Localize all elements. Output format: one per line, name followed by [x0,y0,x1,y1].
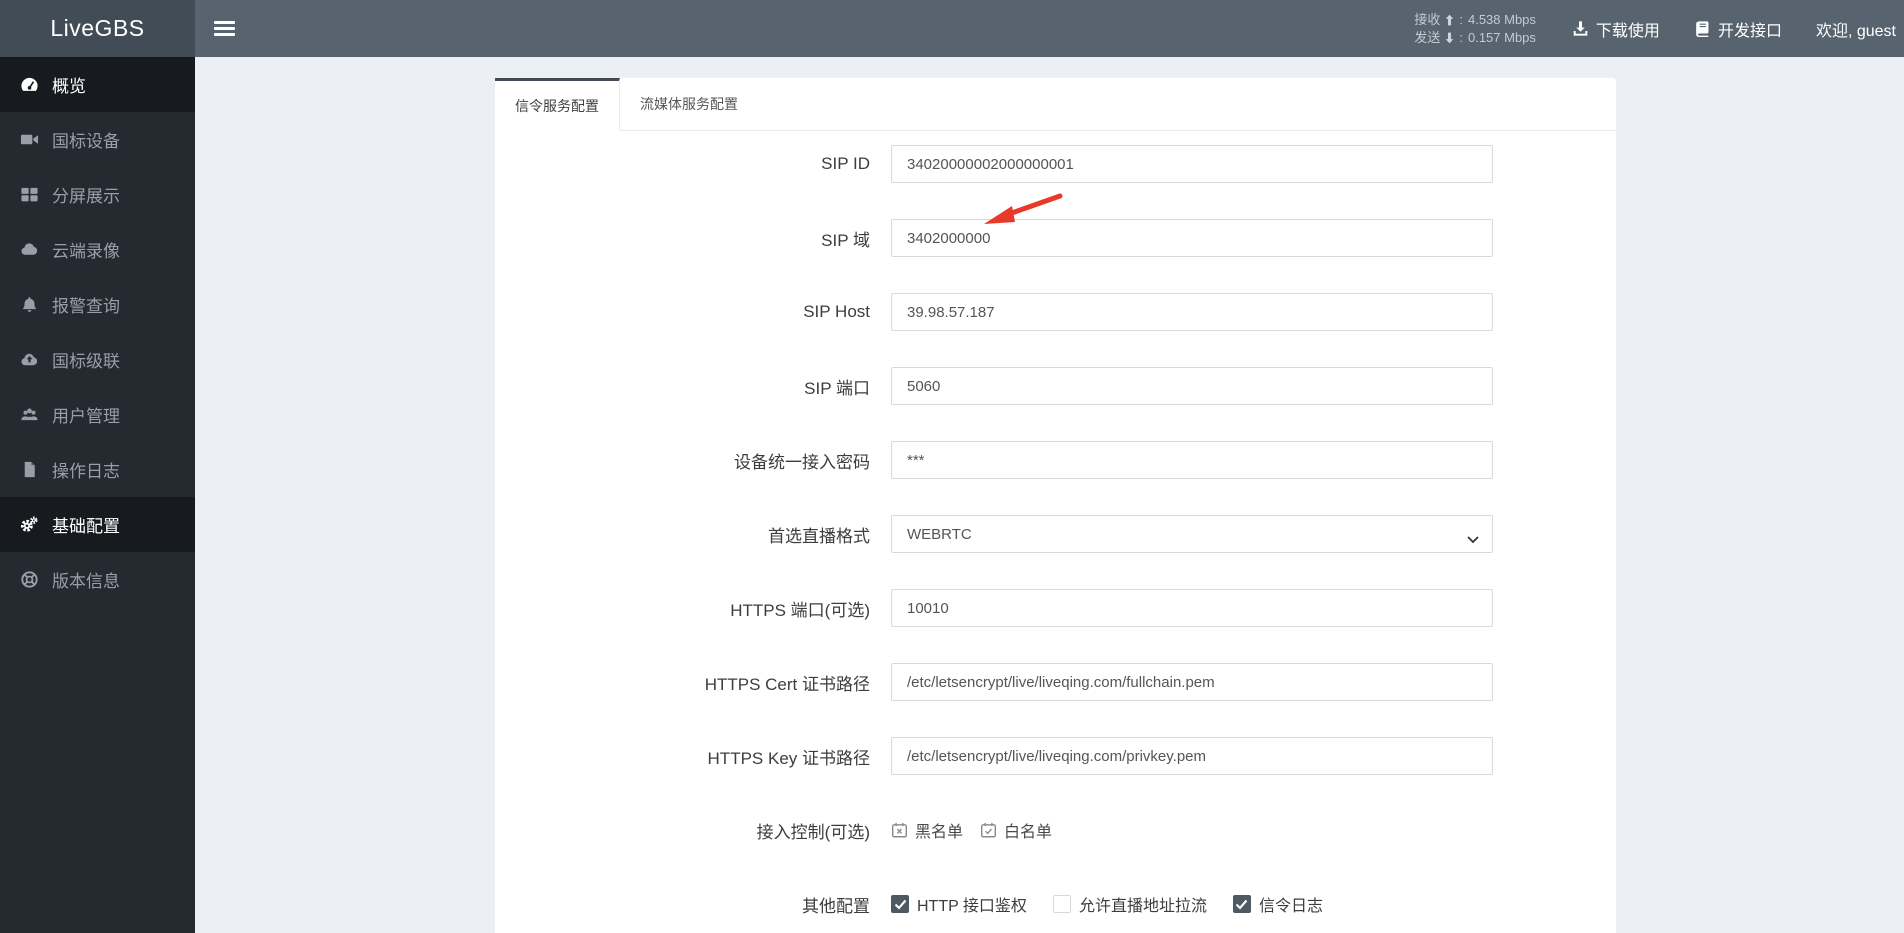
tab-media-config[interactable]: 流媒体服务配置 [620,78,758,130]
sidebar-item-gb-cascade[interactable]: 国标级联 [0,332,195,387]
cloud-icon [19,240,39,260]
arrow-up-icon [1446,14,1454,25]
tab-signal-config[interactable]: 信令服务配置 [495,78,620,131]
sidebar-item-label: 国标级联 [52,352,120,371]
https-key-input[interactable] [891,737,1493,775]
sip-port-label: SIP 端口 [804,378,870,398]
calendar-check-icon [980,822,997,839]
download-link[interactable]: 下载使用 [1572,17,1660,41]
live-format-label: 首选直播格式 [768,526,870,546]
file-icon [19,460,39,480]
calendar-x-icon [891,822,908,839]
download-icon [1572,20,1589,37]
checked-checkbox-icon [891,895,909,913]
sidebar-item-user-management[interactable]: 用户管理 [0,387,195,442]
https-cert-input[interactable] [891,663,1493,701]
form-row-https-cert: HTTPS Cert 证书路径 [495,663,1616,701]
sidebar-item-version-info[interactable]: 版本信息 [0,552,195,607]
device-password-label: 设备统一接入密码 [734,452,870,472]
sidebar-toggle-button[interactable] [214,0,238,57]
form-row-sip-port: SIP 端口 [495,367,1616,405]
hamburger-icon [214,20,235,24]
form-row-sip-host: SIP Host [495,293,1616,331]
blacklist-button[interactable]: 黑名单 [891,818,963,842]
sidebar-item-overview[interactable]: 概览 [0,57,195,112]
send-rate: 发送 : 0.157 Mbps [1414,29,1536,45]
sidebar-item-label: 基础配置 [52,517,120,536]
camera-icon [19,130,39,150]
https-cert-label: HTTPS Cert 证书路径 [704,674,870,694]
sip-domain-input[interactable] [891,219,1493,257]
sidebar-item-label: 概览 [52,77,86,96]
arrow-down-icon [1446,32,1454,43]
checked-checkbox-icon [1232,895,1251,913]
whitelist-button[interactable]: 白名单 [980,818,1052,842]
topbar: LiveGBS 接收 : 4.538 Mbps 发送 : 0.157 Mbps … [0,0,1904,57]
topbar-right: 接收 : 4.538 Mbps 发送 : 0.157 Mbps 下载使用 开发接口… [1414,0,1896,57]
form-row-sip-id: SIP ID [495,145,1616,183]
sip-domain-label: SIP 域 [821,230,870,250]
https-port-input[interactable] [891,589,1493,627]
form-row-device-password: 设备统一接入密码 [495,441,1616,479]
checkbox-allow-live-pull[interactable]: 允许直播地址拉流 [1052,892,1207,916]
chevron-down-icon [1467,531,1479,548]
other-config-label: 其他配置 [802,896,870,916]
network-stats: 接收 : 4.538 Mbps 发送 : 0.157 Mbps [1414,11,1536,47]
sidebar-item-label: 分屏展示 [52,187,120,206]
access-control-label: 接入控制(可选) [756,822,870,842]
sip-id-label: SIP ID [821,154,870,173]
info-icon [19,570,39,590]
sidebar-item-cloud-record[interactable]: 云端录像 [0,222,195,277]
sidebar-item-split-screen[interactable]: 分屏展示 [0,167,195,222]
content-area: 信令服务配置 流媒体服务配置 SIP ID SIP 域 SIP Host SIP… [195,57,1904,933]
sidebar-item-label: 操作日志 [52,462,120,481]
sidebar-item-basic-config[interactable]: 基础配置 [0,497,195,552]
sidebar-item-operation-logs[interactable]: 操作日志 [0,442,195,497]
sip-port-input[interactable] [891,367,1493,405]
sip-host-label: SIP Host [803,302,870,321]
form-row-live-format: 首选直播格式 WEBRTC [495,515,1616,553]
api-docs-link[interactable]: 开发接口 [1694,17,1782,41]
form-row-sip-domain: SIP 域 [495,219,1616,257]
sidebar-item-label: 用户管理 [52,407,120,426]
sidebar-item-gb-devices[interactable]: 国标设备 [0,112,195,167]
sip-id-input[interactable] [891,145,1493,183]
sidebar-item-label: 国标设备 [52,132,120,151]
grid-icon [19,185,39,205]
gears-icon [19,515,39,535]
signal-config-form: SIP ID SIP 域 SIP Host SIP 端口 设备统一接入密码 [495,131,1616,923]
sidebar-item-alarm-query[interactable]: 报警查询 [0,277,195,332]
sip-host-input[interactable] [891,293,1493,331]
config-card: 信令服务配置 流媒体服务配置 SIP ID SIP 域 SIP Host SIP… [495,78,1616,933]
users-icon [19,405,39,425]
config-tabs: 信令服务配置 流媒体服务配置 [495,78,1616,131]
sidebar-item-label: 云端录像 [52,242,120,261]
sidebar-item-label: 版本信息 [52,572,120,591]
form-row-other-config: 其他配置 HTTP 接口鉴权 允许直播地址拉流 信令日志 [495,885,1616,923]
sidebar: 概览 国标设备 分屏展示 云端录像 报警查询 国标级联 用户管理 操作日志 基础… [0,57,195,933]
dashboard-icon [19,75,39,95]
sidebar-item-label: 报警查询 [52,297,120,316]
form-row-https-key: HTTPS Key 证书路径 [495,737,1616,775]
form-row-https-port: HTTPS 端口(可选) [495,589,1616,627]
https-key-label: HTTPS Key 证书路径 [707,748,870,768]
checkbox-signal-log[interactable]: 信令日志 [1232,892,1323,916]
bell-icon [19,295,39,315]
unchecked-checkbox-icon [1052,895,1071,913]
live-format-select[interactable]: WEBRTC [891,515,1493,553]
form-row-access-control: 接入控制(可选) 黑名单 白名单 [495,811,1616,849]
brand-logo[interactable]: LiveGBS [0,0,195,57]
book-icon [1694,20,1711,37]
welcome-link[interactable]: 欢迎, guest [1816,17,1896,41]
receive-rate: 接收 : 4.538 Mbps [1414,11,1536,27]
checkbox-http-auth[interactable]: HTTP 接口鉴权 [891,892,1027,916]
https-port-label: HTTPS 端口(可选) [730,600,870,620]
device-password-input[interactable] [891,441,1493,479]
cloud-upload-icon [19,350,39,370]
topbar-links: 下载使用 开发接口 欢迎, guest [1572,17,1896,41]
